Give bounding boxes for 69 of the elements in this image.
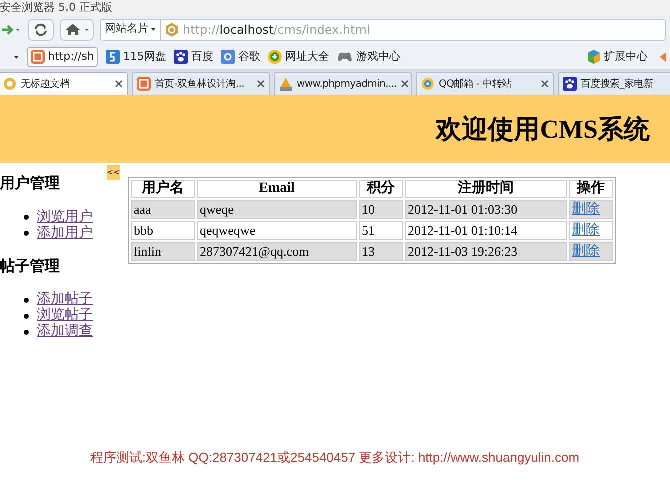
hexagon-icon xyxy=(165,22,179,36)
page-header: 欢迎使用CMS系统 xyxy=(436,114,650,146)
bullet-icon xyxy=(24,215,29,220)
section-heading: 用户管理 xyxy=(0,174,61,194)
caret-icon xyxy=(151,28,156,31)
cube-icon xyxy=(587,50,601,64)
extension-center-button[interactable]: 扩展中心 xyxy=(587,48,648,66)
sidebar-link[interactable]: 添加调查 xyxy=(37,324,93,340)
table-cell: 2012-11-01 01:03:30 xyxy=(405,200,567,219)
document-icon xyxy=(3,77,17,91)
table-cell: bbb xyxy=(131,221,195,240)
table-cell: 10 xyxy=(359,200,403,219)
table-cell: 2012-11-01 01:10:14 xyxy=(405,221,567,240)
bullet-icon xyxy=(24,298,29,302)
paw-icon xyxy=(174,50,188,64)
bookmark[interactable]: 游戏中心 xyxy=(337,48,400,66)
ring-icon xyxy=(421,77,435,91)
bullet-icon xyxy=(24,231,29,236)
bookmark[interactable]: 百度 xyxy=(174,48,214,66)
browser-tab[interactable]: 首页-双鱼林设计淘... xyxy=(132,72,270,95)
browser-tab[interactable]: 百度搜索_家电新 xyxy=(558,72,670,95)
table-cell: 13 xyxy=(359,242,403,261)
sail-icon xyxy=(279,77,293,91)
column-header: 用户名 xyxy=(131,180,195,198)
paw-icon xyxy=(563,77,577,91)
address-bar[interactable]: 网站名片 http://localhost/cms/index.html xyxy=(100,18,666,40)
footer-text: 程序测试:双鱼林 QQ:287307421或254540457 更多设计: http://www.shuangyulin.com xyxy=(90,449,580,467)
plus-icon xyxy=(268,50,282,64)
close-icon[interactable] xyxy=(401,80,410,88)
bookmark[interactable]: 115网盘 xyxy=(106,48,166,66)
column-header: 操作 xyxy=(569,180,613,198)
sidebar-link[interactable]: 浏览帖子 xyxy=(37,308,93,324)
table-cell: qweqe xyxy=(197,200,357,219)
refresh-button[interactable] xyxy=(28,18,54,40)
caret-icon xyxy=(14,56,19,58)
column-header: 注册时间 xyxy=(405,180,567,198)
bookmark[interactable]: 谷歌 xyxy=(221,48,260,66)
section-heading: 帖子管理 xyxy=(0,257,61,276)
table-cell: 51 xyxy=(359,221,403,240)
label-icon xyxy=(137,77,151,91)
url-text: http://localhost/cms/index.html xyxy=(183,22,370,38)
browser-tab[interactable]: QQ邮箱 - 中转站 xyxy=(416,72,554,95)
sidebar-link[interactable]: 添加帖子 xyxy=(37,292,93,308)
bookmark[interactable]: http://sh xyxy=(27,47,98,67)
bullet-icon xyxy=(24,314,29,318)
cloud-tile-icon xyxy=(106,50,120,64)
close-icon[interactable] xyxy=(541,80,549,88)
column-header: 积分 xyxy=(359,180,403,198)
bookmark[interactable]: 网址大全 xyxy=(268,48,330,66)
table-cell: qeqweqwe xyxy=(197,221,357,240)
tile-icon xyxy=(221,50,236,64)
sidebar-link[interactable]: 浏览用户 xyxy=(37,210,93,226)
home-button[interactable] xyxy=(60,18,94,40)
close-icon[interactable] xyxy=(257,80,265,88)
browser-tab[interactable]: 无标题文档 xyxy=(0,72,128,95)
sidebar-link[interactable]: 添加用户 xyxy=(37,226,93,242)
gamepad-icon xyxy=(337,51,354,63)
browser-tab[interactable]: www.phpmyadmin.... xyxy=(274,72,412,95)
close-icon[interactable] xyxy=(115,80,123,88)
collapse-button[interactable]: << xyxy=(107,165,120,180)
column-header: Email xyxy=(197,180,357,198)
table-cell: 287307421@qq.com xyxy=(197,242,357,261)
table-cell: aaa xyxy=(131,200,195,219)
site-card-button[interactable]: 网站名片 xyxy=(105,21,149,38)
bullet-icon xyxy=(24,330,29,334)
table-cell: linlin xyxy=(131,242,195,261)
label-icon xyxy=(31,50,45,64)
table-cell: 2012-11-03 19:26:23 xyxy=(405,242,567,261)
window-title: 安全浏览器 5.0 正式版 xyxy=(0,2,112,12)
